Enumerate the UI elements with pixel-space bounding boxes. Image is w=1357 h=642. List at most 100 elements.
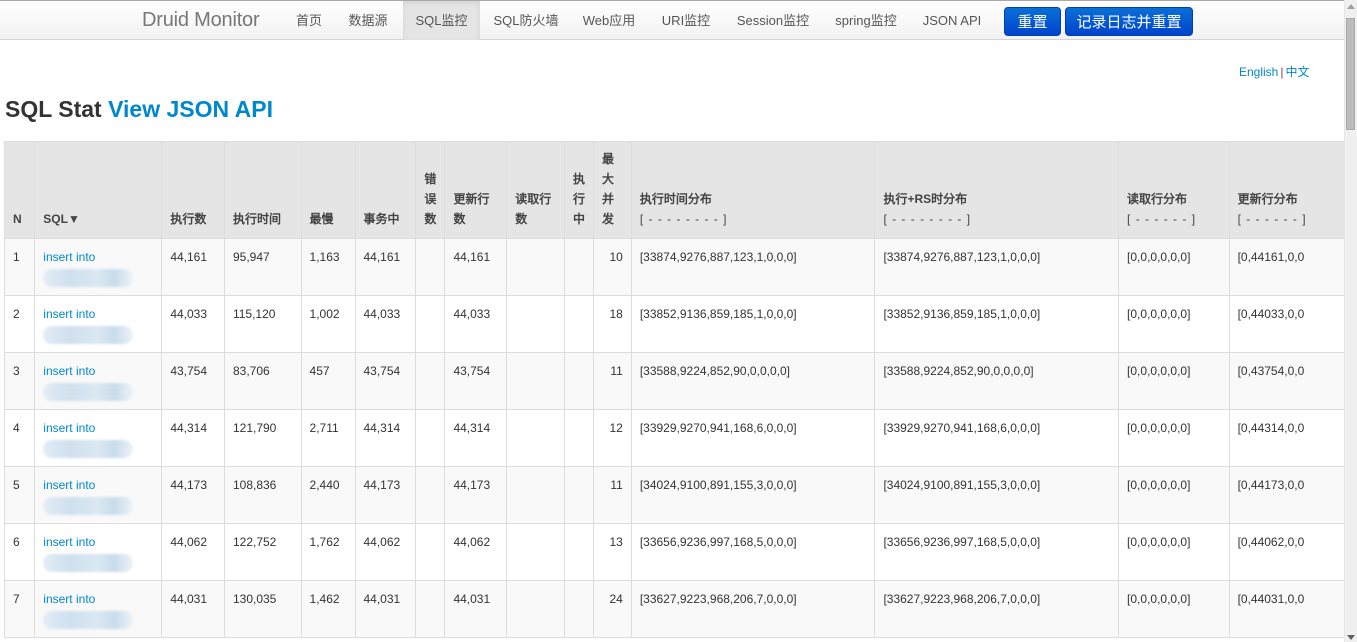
- cell-sql: insert into: [34, 523, 163, 581]
- cell-n: 4: [4, 409, 36, 467]
- sql-link[interactable]: insert into: [43, 535, 95, 549]
- header-col-exec-hist[interactable]: 执行时间分布 [ - - - - - - - - ]: [631, 141, 876, 239]
- view-json-api-link[interactable]: View JSON API: [108, 96, 273, 122]
- cell-errors: [415, 352, 446, 410]
- header-label: 执行时间: [232, 212, 281, 226]
- header-col-in-txn[interactable]: 事务中: [355, 141, 417, 239]
- header-col-exec-time[interactable]: 执行时间: [224, 141, 302, 239]
- table-row: 3 insert into 43,754 83,706 457 43,754 43,754 1…: [4, 352, 1345, 410]
- cell-sql: insert into: [34, 580, 163, 638]
- redacted-sql-text: [43, 611, 134, 629]
- header-label: 执行中: [572, 172, 585, 226]
- cell-updated-rows: 44,173: [444, 466, 508, 524]
- sql-link[interactable]: insert into: [43, 478, 95, 492]
- header-col-n[interactable]: N: [4, 141, 36, 239]
- header-col-sql[interactable]: SQL▼: [34, 141, 163, 239]
- page-viewport: Druid Monitor 首页 数据源 SQL监控 SQL防火墙 Web应用 …: [0, 0, 1345, 642]
- cell-exec-hist: [33627,9223,968,206,7,0,0,0]: [631, 580, 876, 638]
- cell-read-hist: [0,0,0,0,0,0]: [1118, 523, 1230, 581]
- header-label: 读取行分布: [1127, 192, 1188, 206]
- reset-button[interactable]: 重置: [1004, 7, 1061, 36]
- cell-slowest: 457: [301, 352, 356, 410]
- cell-exec-count: 44,062: [161, 523, 225, 581]
- header-col-update-hist[interactable]: 更新行分布 [ - - - - - - ]: [1229, 141, 1345, 239]
- cell-read-rows: [506, 523, 565, 581]
- brand-logo[interactable]: Druid Monitor: [142, 9, 260, 32]
- scrollbar-thumb[interactable]: [1346, 18, 1355, 130]
- header-label: 执行时间分布: [639, 192, 712, 206]
- cell-max-concurrent: 11: [593, 466, 632, 524]
- lang-chinese-link[interactable]: 中文: [1285, 65, 1309, 79]
- nav-item-datasource[interactable]: 数据源: [337, 1, 399, 40]
- cell-running: [564, 352, 594, 410]
- cell-in-txn: 44,031: [355, 580, 417, 638]
- cell-exec-time: 108,836: [224, 466, 302, 524]
- cell-running: [564, 238, 594, 296]
- cell-errors: [415, 409, 446, 467]
- header-label: 读取行数: [515, 192, 552, 226]
- cell-slowest: 2,440: [301, 466, 356, 524]
- header-range-label: [ - - - - - - - - ]: [883, 212, 972, 226]
- sql-link[interactable]: insert into: [43, 421, 95, 435]
- header-col-max-concurrent[interactable]: 最大并发: [593, 141, 632, 239]
- sql-link[interactable]: insert into: [43, 592, 95, 606]
- cell-n: 3: [4, 352, 36, 410]
- top-navbar: Druid Monitor 首页 数据源 SQL监控 SQL防火墙 Web应用 …: [0, 0, 1345, 40]
- cell-slowest: 1,762: [301, 523, 356, 581]
- cell-slowest: 1,163: [301, 238, 356, 296]
- cell-read-rows: [506, 466, 565, 524]
- scroll-down-arrow-icon[interactable]: [1347, 635, 1355, 640]
- header-col-read-rows[interactable]: 读取行数: [506, 141, 565, 239]
- cell-n: 1: [4, 238, 36, 296]
- header-label: SQL▼: [43, 212, 80, 226]
- header-label: 最慢: [309, 212, 334, 226]
- page-title-text: SQL Stat: [5, 96, 102, 122]
- cell-exec-hist: [33929,9270,941,168,6,0,0,0]: [631, 409, 876, 467]
- cell-exec-hist: [33874,9276,887,123,1,0,0,0]: [631, 238, 876, 296]
- header-col-running[interactable]: 执行中: [564, 141, 594, 239]
- header-col-updated-rows[interactable]: 更新行数: [444, 141, 508, 239]
- cell-read-rows: [506, 352, 565, 410]
- redacted-sql-text: [43, 554, 134, 572]
- cell-n: 5: [4, 466, 36, 524]
- cell-max-concurrent: 24: [593, 580, 632, 638]
- nav-item-json-api[interactable]: JSON API: [913, 1, 991, 40]
- nav-item-sql-firewall[interactable]: SQL防火墙: [482, 1, 570, 40]
- header-label: 执行数: [170, 212, 207, 226]
- nav-item-spring-monitor[interactable]: spring监控: [824, 1, 908, 40]
- cell-exec-hist: [34024,9100,891,155,3,0,0,0]: [631, 466, 876, 524]
- header-range-label: [ - - - - - - - - ]: [639, 212, 728, 226]
- cell-read-hist: [0,0,0,0,0,0]: [1118, 580, 1230, 638]
- vertical-scrollbar[interactable]: [1344, 0, 1357, 642]
- cell-exec-time: 95,947: [224, 238, 302, 296]
- page-title: SQL Stat View JSON API: [5, 96, 273, 123]
- cell-exec-count: 44,173: [161, 466, 225, 524]
- nav-item-uri-monitor[interactable]: URI监控: [650, 1, 722, 40]
- header-col-exec-rs-hist[interactable]: 执行+RS时分布 [ - - - - - - - - ]: [874, 141, 1120, 239]
- nav-item-sql-monitor[interactable]: SQL监控: [403, 1, 480, 40]
- nav-item-home[interactable]: 首页: [283, 1, 335, 40]
- cell-in-txn: 44,033: [355, 295, 417, 353]
- header-col-errors[interactable]: 错误数: [415, 141, 446, 239]
- log-and-reset-button[interactable]: 记录日志并重置: [1065, 7, 1193, 36]
- header-range-label: [ - - - - - - ]: [1237, 212, 1307, 226]
- header-col-read-hist[interactable]: 读取行分布 [ - - - - - - ]: [1118, 141, 1230, 239]
- nav-item-session-monitor[interactable]: Session监控: [727, 1, 819, 40]
- lang-english-link[interactable]: English: [1239, 65, 1278, 79]
- sql-link[interactable]: insert into: [43, 307, 95, 321]
- cell-exec-rs-hist: [33852,9136,859,185,1,0,0,0]: [874, 295, 1120, 353]
- header-col-slowest[interactable]: 最慢: [301, 141, 356, 239]
- header-col-exec-count[interactable]: 执行数: [161, 141, 225, 239]
- cell-sql: insert into: [34, 352, 163, 410]
- nav-item-web-app[interactable]: Web应用: [573, 1, 645, 40]
- header-label: 事务中: [363, 212, 400, 226]
- sql-link[interactable]: insert into: [43, 364, 95, 378]
- redacted-sql-text: [43, 326, 134, 344]
- table-row: 4 insert into 44,314 121,790 2,711 44,314 44,3…: [4, 409, 1345, 467]
- cell-update-hist: [0,44033,0,0: [1229, 295, 1345, 353]
- redacted-sql-text: [43, 497, 134, 515]
- cell-errors: [415, 238, 446, 296]
- cell-update-hist: [0,43754,0,0: [1229, 352, 1345, 410]
- sql-link[interactable]: insert into: [43, 250, 95, 264]
- scroll-up-arrow-icon[interactable]: [1347, 4, 1355, 9]
